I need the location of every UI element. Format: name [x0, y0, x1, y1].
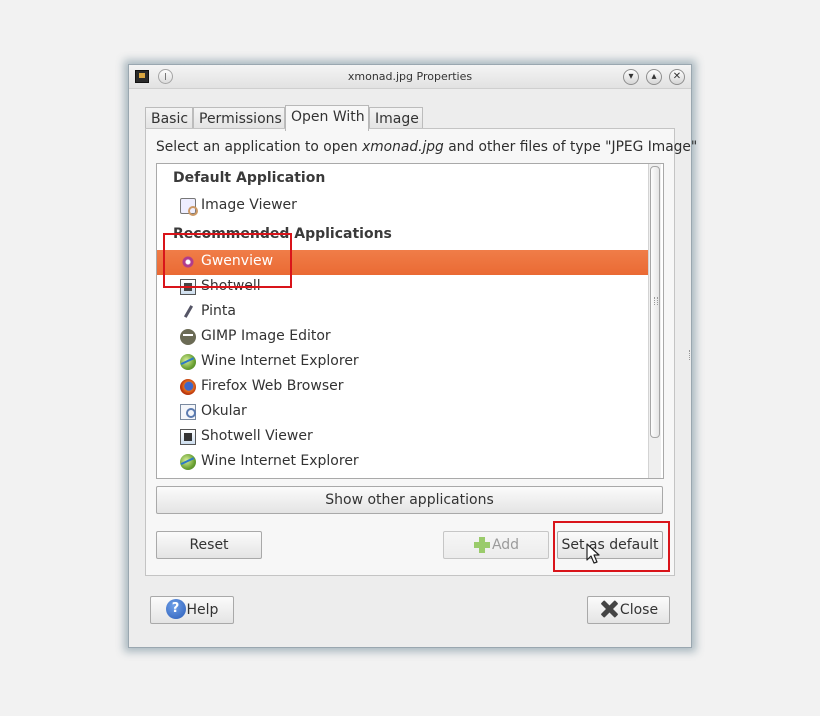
wine-icon [180, 454, 196, 470]
window-title: xmonad.jpg Properties [347, 70, 473, 83]
list-item-wine-internet-explorer-2[interactable]: Wine Internet Explorer [157, 450, 650, 475]
firefox-icon [180, 379, 196, 395]
list-item-label: Okular [201, 403, 247, 419]
close-icon [599, 599, 619, 619]
scrollbar-thumb[interactable] [650, 166, 660, 438]
gimp-icon [180, 329, 196, 345]
list-item-label: Wine Internet Explorer [201, 453, 359, 469]
list-item-label: GIMP Image Editor [201, 328, 331, 344]
tab-image[interactable]: Image [369, 107, 423, 130]
reset-button[interactable]: Reset [156, 531, 262, 559]
close-button-label: Close [619, 602, 659, 618]
resize-handle[interactable] [689, 350, 691, 360]
list-item-wine-internet-explorer[interactable]: Wine Internet Explorer [157, 350, 650, 375]
okular-icon [180, 404, 196, 420]
list-item-image-viewer[interactable]: Image Viewer [157, 194, 650, 219]
minimize-button[interactable]: ▾ [623, 69, 639, 85]
show-other-applications-button[interactable]: Show other applications [156, 486, 663, 514]
list-item-shotwell-viewer[interactable]: Shotwell Viewer [157, 425, 650, 450]
list-item-label: Wine Internet Explorer [201, 353, 359, 369]
list-item-firefox[interactable]: Firefox Web Browser [157, 375, 650, 400]
description-filename: xmonad.jpg [362, 139, 444, 155]
gwenview-highlight-box [163, 233, 292, 288]
set-default-highlight-box [553, 521, 670, 572]
close-window-button[interactable]: ✕ [669, 69, 685, 85]
open-with-description: Select an application to open xmonad.jpg… [156, 139, 698, 155]
help-button-label: Help [186, 602, 219, 618]
tab-open-with[interactable]: Open With [285, 105, 369, 131]
add-button[interactable]: Add [443, 531, 549, 559]
list-item-okular[interactable]: Okular [157, 400, 650, 425]
list-item-label: Firefox Web Browser [201, 378, 344, 394]
tab-permissions[interactable]: Permissions [193, 107, 285, 130]
close-button[interactable]: Close [587, 596, 670, 624]
wine-icon [180, 354, 196, 370]
list-item-gimp[interactable]: GIMP Image Editor [157, 325, 650, 350]
shotwell-viewer-icon [180, 429, 196, 445]
add-button-label: Add [491, 537, 520, 553]
add-icon [473, 536, 491, 554]
default-application-header: Default Application [173, 170, 326, 186]
list-item-label: Image Viewer [201, 197, 297, 213]
list-item-label: Pinta [201, 303, 236, 319]
list-item-label: Shotwell Viewer [201, 428, 313, 444]
open-with-panel: Select an application to open xmonad.jpg… [145, 128, 697, 576]
tab-basic[interactable]: Basic [145, 107, 193, 130]
maximize-button[interactable]: ▴ [646, 69, 662, 85]
list-scrollbar[interactable] [648, 164, 661, 478]
image-viewer-icon [180, 198, 198, 216]
pinta-icon [180, 304, 196, 320]
help-button[interactable]: ? Help [150, 596, 234, 624]
list-item-pinta[interactable]: Pinta [157, 300, 650, 325]
application-list[interactable]: Default Application Image Viewer Recomme… [156, 163, 664, 479]
help-icon: ? [165, 599, 186, 619]
mouse-pointer-icon [586, 543, 600, 564]
title-bar[interactable]: xmonad.jpg Properties ▾ ▴ ✕ [129, 65, 691, 89]
